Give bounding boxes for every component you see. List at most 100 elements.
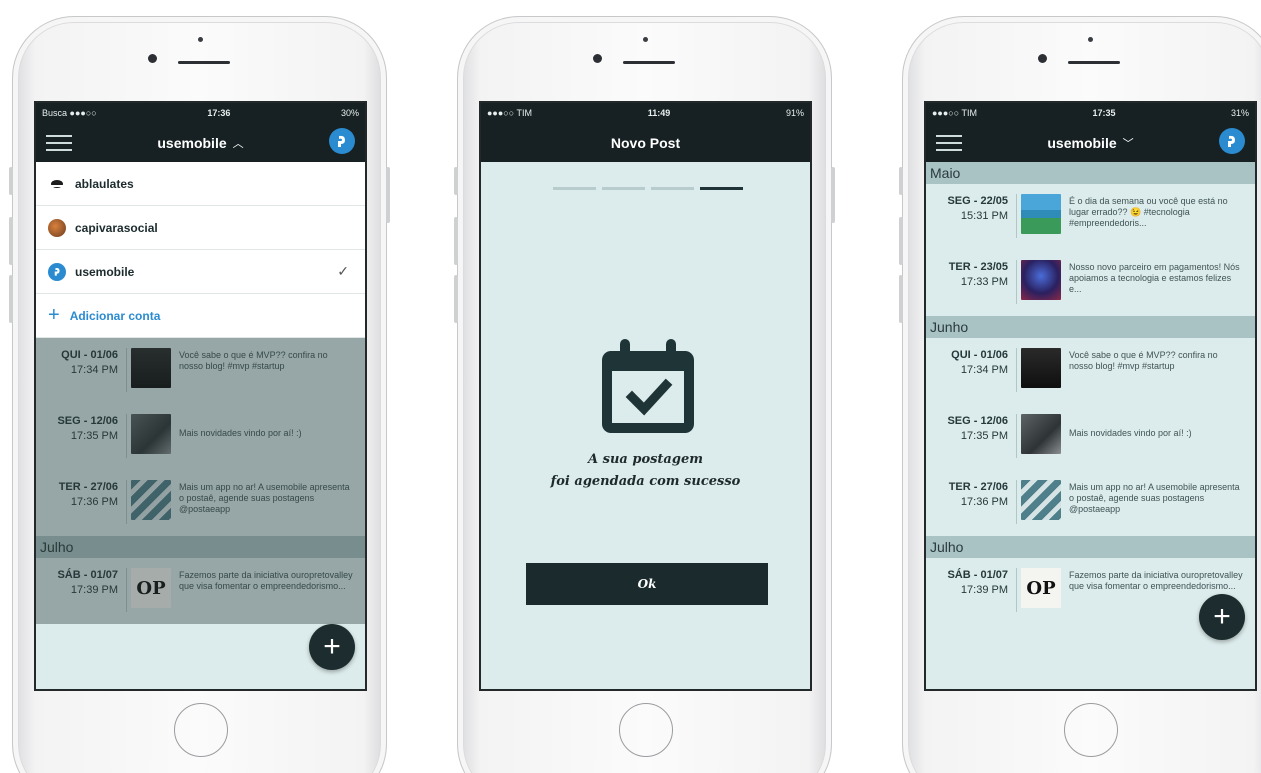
post-day: TER - 27/06 [948,481,1008,493]
add-post-button[interactable]: + [309,624,355,670]
post-time: 17:34 PM [960,364,1008,376]
post-day: SEG - 12/06 [947,415,1008,427]
post-item[interactable]: QUI - 01/06 17:34 PM Você sabe o que é MV… [36,338,365,404]
ouropretovalley-thumbnail: OP [1021,568,1061,608]
status-time: 17:36 [207,108,231,118]
post-text: Mais novidades vindo por aí! :) [179,428,302,438]
post-text: Você sabe o que é MVP?? confira no nosso… [1069,350,1218,371]
screen: ●●●○○ TIM 17:35 31% usemobile ﹀ Maio SEG… [924,101,1257,691]
post-thumbnail [131,414,171,454]
post-item[interactable]: SÁB - 01/07 17:39 PM OP Fazemos parte da … [36,558,365,624]
post-time: 17:36 PM [960,496,1008,508]
post-text: Mais um app no ar! A usemobile apresenta… [1069,482,1240,514]
post-time: 17:35 PM [960,430,1008,442]
hamburger-icon[interactable] [936,135,962,151]
home-button[interactable] [619,703,673,757]
account-selector[interactable]: usemobile ︿ [157,135,243,151]
post-time: 17:33 PM [960,276,1008,288]
status-carrier: ●●●○○ TIM [932,108,978,118]
add-post-button[interactable]: + [1199,594,1245,640]
post-date: SEG - 22/05 15:31 PM [926,194,1012,224]
post-time: 17:34 PM [70,364,118,376]
earpiece-speaker [1068,61,1120,64]
chevron-up-icon: ︿ [232,137,244,150]
post-item[interactable]: TER - 27/06 17:36 PM Mais um app no ar! A… [36,470,365,536]
post-time: 17:39 PM [960,584,1008,596]
post-text: Mais novidades vindo por aí! :) [1069,428,1192,438]
hamburger-icon[interactable] [46,135,72,151]
post-day: SEG - 22/05 [947,195,1008,207]
volume-down-button [454,275,458,323]
home-button[interactable] [1064,703,1118,757]
post-time: 17:35 PM [70,430,118,442]
proximity-sensor [198,37,203,42]
post-list: QUI - 01/06 17:34 PM Você sabe o que é MV… [36,338,365,670]
post-item[interactable]: SEG - 12/06 17:35 PM Mais novidades vindo… [926,404,1255,470]
nav-bar: Novo Post [481,123,810,162]
post-date: SÁB - 01/07 17:39 PM [926,568,1012,598]
home-button[interactable] [174,703,228,757]
divider [1016,194,1017,238]
post-time: 17:36 PM [70,496,118,508]
nav-title: usemobile [1047,134,1117,151]
status-carrier: ●●●○○ TIM [487,108,533,118]
post-thumbnail [1021,348,1061,388]
post-text: É o dia da semana ou você que está no lu… [1069,196,1228,228]
account-item-ablaulates[interactable]: ablaulates [36,162,365,206]
divider [1016,414,1017,458]
post-text: Mais um app no ar! A usemobile apresenta… [179,482,350,514]
success-line-1: A sua postagem [588,452,703,467]
divider [126,480,127,524]
volume-down-button [9,275,13,323]
post-thumbnail [1021,260,1061,300]
status-battery: 30% [340,108,359,118]
month-header: Julho [926,536,1255,558]
volume-down-button [899,275,903,323]
front-camera [593,54,602,63]
ok-button[interactable]: Ok [526,563,768,605]
account-name: ablaulates [75,176,134,191]
status-battery: 31% [1230,108,1249,118]
capivarasocial-avatar [48,218,66,237]
progress-step [553,187,596,190]
post-item[interactable]: TER - 23/05 17:33 PM Nosso novo parceiro … [926,250,1255,316]
step-progress [553,187,743,190]
post-item[interactable]: SEG - 12/06 17:35 PM Mais novidades vindo… [36,404,365,470]
top-bar: Busca ●●●○○ 17:36 30% usemobile ︿ [36,103,365,162]
usemobile-logo-icon[interactable] [329,128,355,154]
top-bar: ●●●○○ TIM 17:35 31% usemobile ﹀ [926,103,1255,162]
post-text: Você sabe o que é MVP?? confira no nosso… [179,350,328,371]
post-item[interactable]: TER - 27/06 17:36 PM Mais um app no ar! A… [926,470,1255,536]
post-text: Nosso novo parceiro em pagamentos! Nós a… [1069,262,1240,294]
add-account-label: Adicionar conta [69,308,161,323]
divider [126,414,127,458]
post-thumbnail [1021,414,1061,454]
progress-step-active [700,187,743,190]
account-item-capivarasocial[interactable]: capivarasocial [36,206,365,250]
post-item[interactable]: SEG - 22/05 15:31 PM É o dia da semana ou… [926,184,1255,250]
month-header: Julho [36,536,365,558]
earpiece-speaker [623,61,675,64]
status-time: 17:35 [1092,108,1116,118]
post-day: SÁB - 01/07 [57,569,118,581]
account-name: usemobile [75,264,135,279]
account-item-usemobile[interactable]: usemobile ✓ [36,250,365,294]
usemobile-avatar [48,262,66,281]
phone-account-switcher: Busca ●●●○○ 17:36 30% usemobile ︿ ablaul… [9,16,390,773]
divider [126,568,127,612]
post-date: QUI - 01/06 17:34 PM [36,348,122,378]
usemobile-logo-icon[interactable] [1219,128,1245,154]
post-date: SEG - 12/06 17:35 PM [926,414,1012,444]
nav-bar: usemobile ﹀ [926,123,1255,162]
volume-up-button [899,217,903,265]
post-time: 17:39 PM [70,584,118,596]
post-time: 15:31 PM [960,210,1008,222]
add-account-button[interactable]: + Adicionar conta [36,294,365,338]
volume-up-button [454,217,458,265]
post-day: QUI - 01/06 [61,349,118,361]
status-carrier: Busca ●●●○○ [42,108,97,118]
phone-success: ●●●○○ TIM 11:49 91% Novo Post A sua post… [454,16,835,773]
account-selector[interactable]: usemobile ﹀ [1047,135,1133,151]
status-bar: ●●●○○ TIM 17:35 31% [926,103,1255,123]
post-item[interactable]: QUI - 01/06 17:34 PM Você sabe o que é MV… [926,338,1255,404]
